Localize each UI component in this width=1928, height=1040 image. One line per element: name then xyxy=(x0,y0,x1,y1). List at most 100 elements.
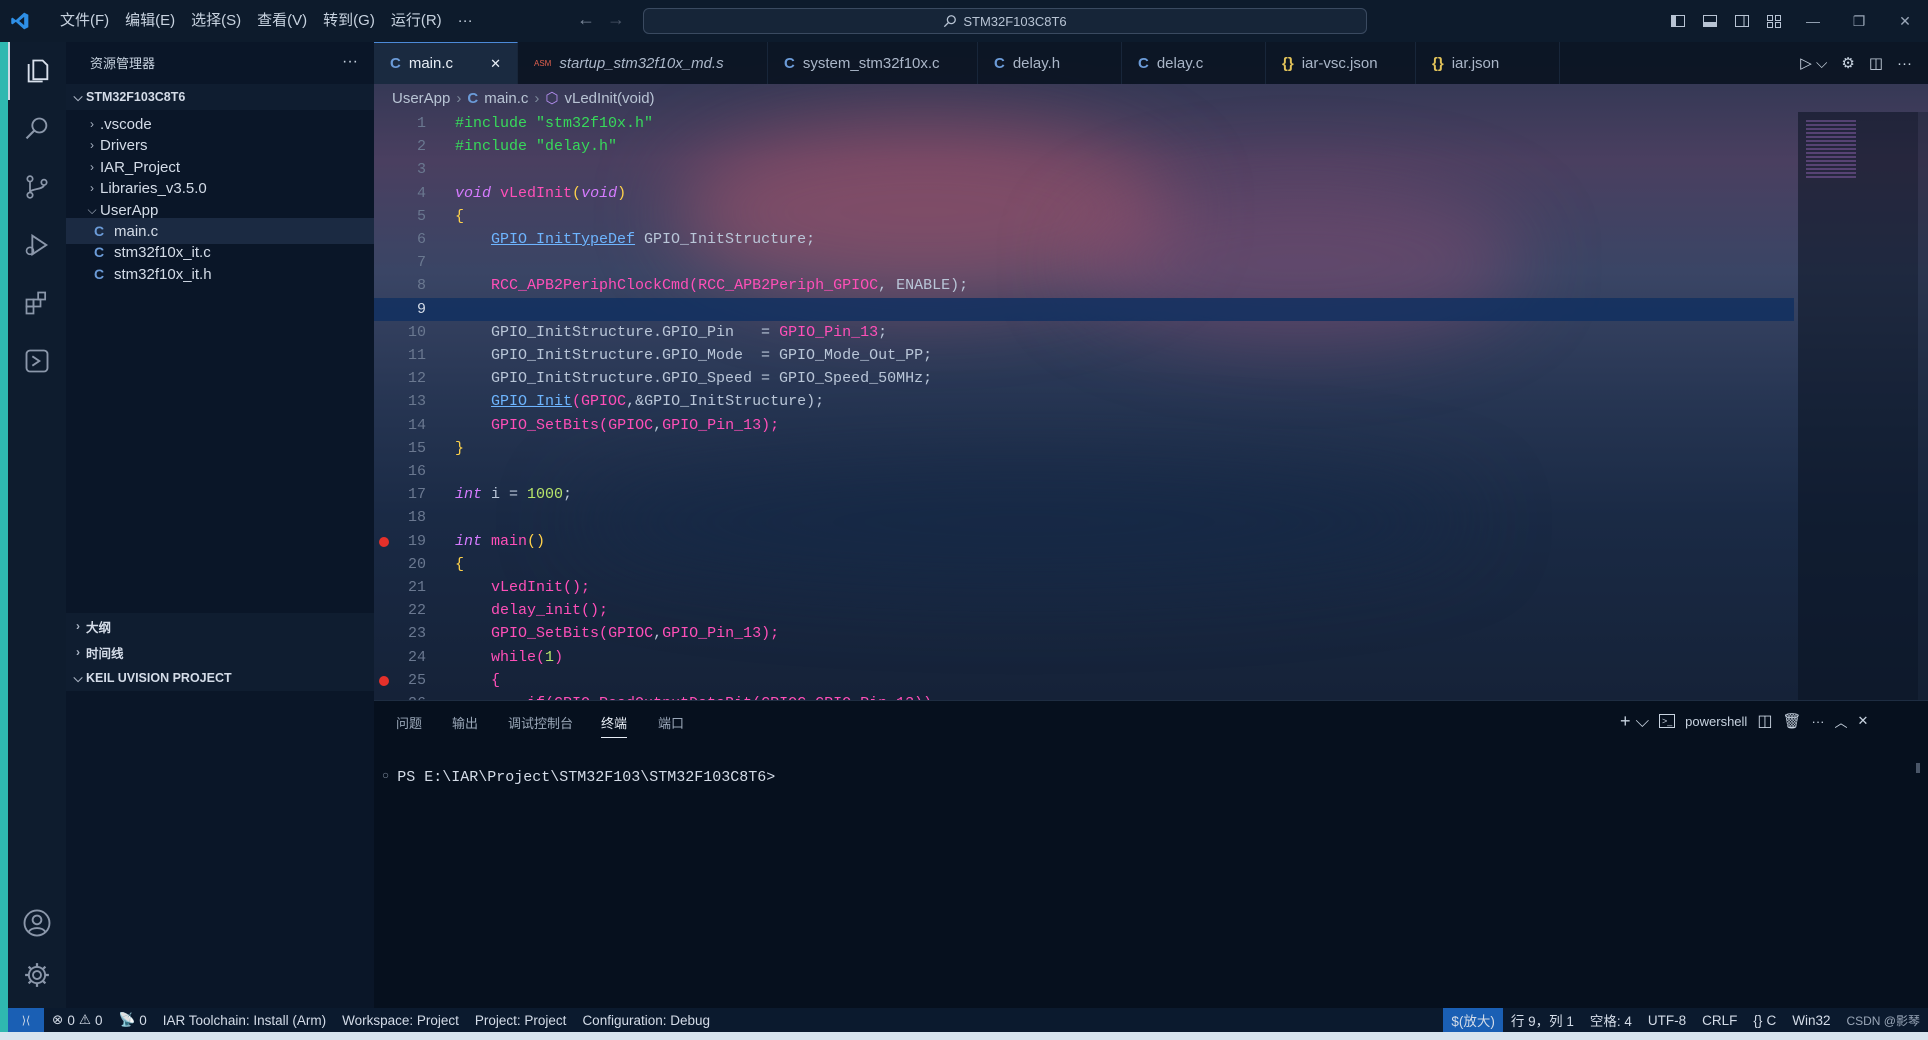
panel-tab-debug-console[interactable]: 调试控制台 xyxy=(508,713,573,732)
more-actions-icon[interactable]: ··· xyxy=(1812,714,1825,729)
code-line[interactable]: 20 { xyxy=(374,553,1794,576)
outline-section[interactable]: › 大纲 xyxy=(66,613,374,639)
close-panel-icon[interactable]: ✕ xyxy=(1858,713,1869,729)
maximize-panel-chevron-up-icon[interactable]: ︿ xyxy=(1835,712,1848,731)
terminal-scrollbar[interactable] xyxy=(1916,763,1920,773)
code-line[interactable]: 13 GPIO_Init(GPIOC,&GPIO_InitStructure); xyxy=(374,390,1794,413)
panel-tab-output[interactable]: 输出 xyxy=(452,713,478,732)
new-terminal-plus-icon[interactable]: + ⌵ xyxy=(1620,711,1649,732)
more-actions-icon[interactable]: ··· xyxy=(1897,55,1912,72)
search-activity-icon[interactable] xyxy=(8,100,66,158)
tree-item-stm32f10x-it-h[interactable]: C stm32f10x_it.h xyxy=(66,261,374,287)
explorer-icon[interactable] xyxy=(8,42,66,100)
menu-more[interactable]: ··· xyxy=(450,0,481,42)
code-line[interactable]: 6 GPIO_InitTypeDef GPIO_InitStructure; xyxy=(374,228,1794,251)
tab-iar-vsc-json[interactable]: {} iar-vsc.json xyxy=(1266,42,1416,84)
tab-system-c[interactable]: C system_stm32f10x.c xyxy=(768,42,978,84)
customize-layout-icon[interactable] xyxy=(1758,0,1790,42)
breadcrumb-folder[interactable]: UserApp xyxy=(392,90,450,107)
code-line[interactable]: 1 #include "stm32f10x.h" xyxy=(374,112,1794,135)
code-line[interactable]: 17 int i = 1000; xyxy=(374,483,1794,506)
menu-file[interactable]: 文件(F) xyxy=(52,0,117,42)
code-line[interactable]: 21 vLedInit(); xyxy=(374,576,1794,599)
panel-tab-problems[interactable]: 问题 xyxy=(396,713,422,732)
settings-gear-icon[interactable]: ⚙ xyxy=(1841,54,1854,72)
back-arrow-icon[interactable]: ← xyxy=(572,9,600,30)
minimap[interactable] xyxy=(1798,112,1918,700)
iar-project[interactable]: Project: Project xyxy=(467,1013,575,1028)
code-line[interactable]: 26 if(GPIO_ReadOutputDataBit(GPIOC,GPIO_… xyxy=(374,692,1794,700)
code-line[interactable]: 4 void vLedInit(void) xyxy=(374,182,1794,205)
extensions-icon[interactable] xyxy=(8,274,66,332)
language-mode[interactable]: {} C xyxy=(1745,1013,1784,1028)
minimize-icon[interactable]: — xyxy=(1790,0,1836,42)
terminal-name[interactable]: powershell xyxy=(1685,714,1747,729)
run-icon[interactable]: ▷ ⌵ xyxy=(1800,54,1827,72)
code-line[interactable]: 14 GPIO_SetBits(GPIOC,GPIO_Pin_13); xyxy=(374,414,1794,437)
tab-iar-json[interactable]: {} iar.json xyxy=(1416,42,1560,84)
iar-workspace[interactable]: Workspace: Project xyxy=(334,1013,467,1028)
run-debug-icon[interactable] xyxy=(8,216,66,274)
code-line[interactable]: 11 GPIO_InitStructure.GPIO_Mode = GPIO_M… xyxy=(374,344,1794,367)
code-editor[interactable]: 1 #include "stm32f10x.h" 2 #include "delay.… xyxy=(374,112,1794,700)
cursor-position[interactable]: 行 9，列 1 xyxy=(1503,1010,1582,1030)
source-control-icon[interactable] xyxy=(8,158,66,216)
code-line[interactable]: 15} xyxy=(374,437,1794,460)
code-line[interactable]: 18 xyxy=(374,506,1794,529)
code-line[interactable]: 24 while(1) xyxy=(374,646,1794,669)
panel-tab-ports[interactable]: 端口 xyxy=(658,713,684,732)
menu-view[interactable]: 查看(V) xyxy=(249,0,315,42)
toggle-panel-icon[interactable] xyxy=(1694,0,1726,42)
panel-tab-terminal[interactable]: 终端 xyxy=(601,713,628,738)
terminal-output[interactable]: ○ PS E:\IAR\Project\STM32F103\STM32F103C… xyxy=(382,769,775,786)
code-line[interactable]: 5{ xyxy=(374,205,1794,228)
problems-indicator[interactable]: ⊗ 0 ⚠ 0 xyxy=(44,1012,110,1028)
iar-configuration[interactable]: Configuration: Debug xyxy=(574,1013,718,1028)
iar-toolchain[interactable]: IAR Toolchain: Install (Arm) xyxy=(155,1013,334,1028)
code-line[interactable]: 25 { xyxy=(374,669,1794,692)
zoom-mode-indicator[interactable]: $(放大) xyxy=(1443,1008,1503,1032)
code-line[interactable]: 10 GPIO_InitStructure.GPIO_Pin = GPIO_Pi… xyxy=(374,321,1794,344)
split-editor-icon[interactable]: ◫ xyxy=(1869,54,1883,72)
indentation[interactable]: 空格: 4 xyxy=(1582,1010,1640,1030)
command-center-search[interactable]: STM32F103C8T6 xyxy=(643,8,1367,34)
close-window-icon[interactable]: ✕ xyxy=(1882,0,1928,42)
project-root-row[interactable]: ⌵ STM32F103C8T6 xyxy=(66,84,374,110)
ports-indicator[interactable]: 📡 0 xyxy=(110,1012,154,1028)
toggle-primary-sidebar-icon[interactable] xyxy=(1662,0,1694,42)
code-line[interactable]: 7 xyxy=(374,251,1794,274)
tab-main-c[interactable]: C main.c ✕ xyxy=(374,42,518,84)
trash-icon[interactable]: 🗑 xyxy=(1782,712,1801,730)
forward-arrow-icon[interactable]: → xyxy=(602,9,630,30)
split-terminal-icon[interactable]: ◫ xyxy=(1757,711,1772,731)
code-line[interactable]: 22 delay_init(); xyxy=(374,599,1794,622)
menu-goto[interactable]: 转到(G) xyxy=(315,0,383,42)
menu-edit[interactable]: 编辑(E) xyxy=(117,0,183,42)
code-line[interactable]: 3 xyxy=(374,158,1794,181)
restore-icon[interactable]: ❐ xyxy=(1836,0,1882,42)
breadcrumb-symbol[interactable]: vLedInit(void) xyxy=(565,90,655,107)
code-line[interactable]: 19 int main() xyxy=(374,530,1794,553)
platform[interactable]: Win32 xyxy=(1784,1013,1838,1028)
explorer-more-button[interactable]: ··· xyxy=(342,53,358,71)
end-of-line[interactable]: CRLF xyxy=(1694,1013,1745,1028)
tab-delay-h[interactable]: C delay.h xyxy=(978,42,1122,84)
remote-explorer-icon[interactable] xyxy=(8,332,66,390)
keil-project-section[interactable]: ⌵ KEIL UVISION PROJECT xyxy=(66,665,374,691)
code-line[interactable]: 23 GPIO_SetBits(GPIOC,GPIO_Pin_13); xyxy=(374,622,1794,645)
breadcrumb-file[interactable]: main.c xyxy=(484,90,528,107)
code-line[interactable]: 2 #include "delay.h" xyxy=(374,135,1794,158)
tab-startup-asm[interactable]: ASM startup_stm32f10x_md.s xyxy=(518,42,768,84)
manage-gear-icon[interactable] xyxy=(8,946,66,1004)
menu-run[interactable]: 运行(R) xyxy=(383,0,450,42)
tab-delay-c[interactable]: C delay.c xyxy=(1122,42,1266,84)
menu-selection[interactable]: 选择(S) xyxy=(183,0,249,42)
code-line[interactable]: 16 xyxy=(374,460,1794,483)
toggle-secondary-sidebar-icon[interactable] xyxy=(1726,0,1758,42)
code-line[interactable]: 12 GPIO_InitStructure.GPIO_Speed = GPIO_… xyxy=(374,367,1794,390)
encoding[interactable]: UTF-8 xyxy=(1640,1013,1694,1028)
close-tab-icon[interactable]: ✕ xyxy=(490,56,501,72)
accounts-icon[interactable] xyxy=(8,894,66,952)
timeline-section[interactable]: › 时间线 xyxy=(66,639,374,665)
code-line[interactable]: 8 RCC_APB2PeriphClockCmd(RCC_APB2Periph_… xyxy=(374,274,1794,297)
